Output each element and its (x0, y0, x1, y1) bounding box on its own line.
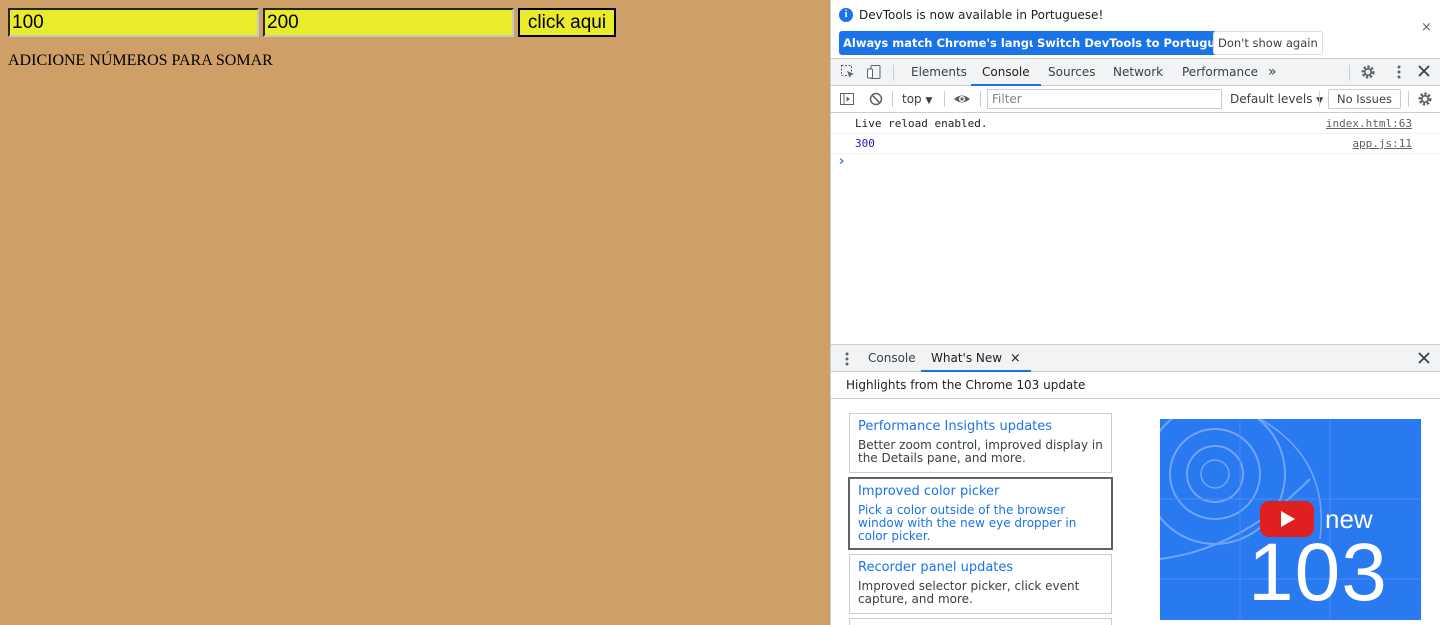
console-message: Live reload enabled. index.html:63 (831, 114, 1440, 134)
feature-card-selected[interactable]: Improved color picker Pick a color outsi… (849, 478, 1112, 549)
more-tabs-icon[interactable]: » (1268, 59, 1277, 86)
console-messages: Live reload enabled. index.html:63 300 a… (831, 114, 1440, 154)
drawer-tabbar: Console What's New × (831, 344, 1440, 372)
close-devtools-icon[interactable] (1417, 64, 1431, 82)
drawer-menu-icon[interactable] (843, 351, 851, 371)
toolbar-divider-3 (980, 91, 981, 107)
card-title: Recorder panel updates (858, 560, 1014, 575)
card-description: Improved selector picker, click event ca… (858, 579, 1080, 606)
toolbar-divider-2 (944, 91, 945, 107)
console-toolbar: top ▼ Filter Default levels ▼ No Issues (831, 86, 1440, 113)
sum-button[interactable]: click aqui (518, 8, 616, 37)
instruction-text: ADICIONE NÚMEROS PARA SOMAR (8, 52, 273, 69)
feature-card-partial[interactable] (849, 618, 1112, 625)
video-version-number: 103 (1248, 527, 1388, 618)
toolbar-divider-4 (1319, 91, 1320, 107)
console-filter-input[interactable]: Filter (987, 89, 1222, 109)
log-levels-label: Default levels (1230, 92, 1313, 106)
context-dropdown-icon: ▼ (925, 96, 933, 106)
highlights-text: Highlights from the Chrome 103 update (846, 378, 1086, 392)
device-toolbar-icon[interactable] (866, 64, 882, 84)
infobar-close-icon[interactable]: × (1421, 20, 1432, 35)
settings-gear-icon[interactable] (1360, 64, 1376, 84)
inputs-row: 100 200 click aqui (8, 8, 616, 37)
tabbar-divider-right (1349, 65, 1350, 81)
feature-card[interactable]: Performance Insights updates Better zoom… (849, 413, 1112, 473)
tab-console[interactable]: Console (971, 59, 1041, 86)
feature-card[interactable]: Recorder panel updates Improved selector… (849, 554, 1112, 614)
kebab-menu-icon[interactable] (1391, 64, 1407, 84)
switch-language-button[interactable]: Switch DevTools to Portuguese (1033, 31, 1243, 55)
number-input-1[interactable]: 100 (8, 8, 259, 37)
tab-elements[interactable]: Elements (911, 59, 967, 86)
tab-network[interactable]: Network (1113, 59, 1163, 86)
whats-new-label: What's New (931, 351, 1003, 365)
close-drawer-icon[interactable] (1417, 351, 1431, 369)
card-description: Better zoom control, improved display in… (858, 438, 1103, 465)
issues-button[interactable]: No Issues (1328, 89, 1402, 109)
language-infobar: i DevTools is now available in Portugues… (831, 0, 1440, 58)
devtools-panel: i DevTools is now available in Portugues… (830, 0, 1440, 625)
tab-performance[interactable]: Performance (1182, 59, 1258, 86)
card-title: Performance Insights updates (858, 419, 1053, 434)
drawer-tab-console[interactable]: Console (868, 345, 916, 372)
message-source-link[interactable]: index.html:63 (1326, 114, 1412, 134)
web-page: 100 200 click aqui ADICIONE NÚMEROS PARA… (0, 0, 830, 625)
tab-sources[interactable]: Sources (1048, 59, 1095, 86)
card-description: Pick a color outside of the browser wind… (858, 503, 1077, 543)
tabbar-divider (893, 65, 894, 81)
info-icon: i (839, 8, 853, 22)
match-language-button[interactable]: Always match Chrome's language (839, 31, 1065, 55)
live-expression-eye-icon[interactable] (953, 91, 971, 111)
whats-new-panel: Performance Insights updates Better zoom… (831, 399, 1440, 625)
inspect-element-icon[interactable] (840, 64, 856, 84)
devtools-tabbar: Elements Console Sources Network Perform… (831, 58, 1440, 86)
dont-show-again-button[interactable]: Don't show again (1213, 31, 1323, 55)
message-text: 300 (855, 137, 875, 150)
number-input-2[interactable]: 200 (263, 8, 514, 37)
toolbar-divider-5 (1408, 91, 1409, 107)
log-levels-dropdown[interactable]: Default levels ▼ (1230, 92, 1323, 106)
message-source-link[interactable]: app.js:11 (1352, 134, 1412, 154)
sidebar-toggle-icon[interactable] (839, 91, 855, 111)
message-text: Live reload enabled. (855, 117, 988, 130)
console-prompt-icon[interactable]: › (839, 154, 844, 169)
toolbar-divider (892, 91, 893, 107)
video-thumbnail[interactable]: new 103 (1160, 419, 1421, 620)
context-label: top (902, 92, 922, 106)
card-title: Improved color picker (858, 484, 1000, 499)
console-settings-gear-icon[interactable] (1417, 91, 1433, 111)
close-tab-icon[interactable]: × (1010, 351, 1021, 366)
infobar-message: DevTools is now available in Portuguese! (859, 8, 1104, 22)
context-selector[interactable]: top ▼ (902, 92, 932, 106)
console-message: 300 app.js:11 (831, 134, 1440, 154)
drawer-tab-whats-new[interactable]: What's New × (921, 345, 1031, 372)
highlights-header: Highlights from the Chrome 103 update (831, 372, 1440, 399)
clear-console-icon[interactable] (868, 91, 884, 111)
